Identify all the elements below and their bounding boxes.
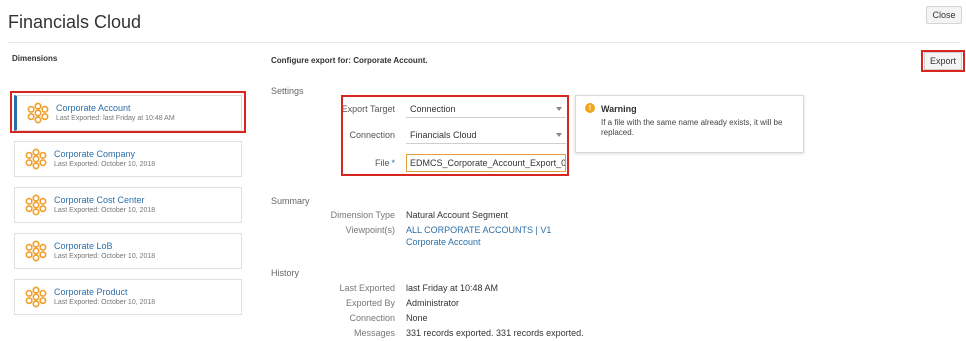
last-exported-value: last Friday at 10:48 AM xyxy=(406,283,499,293)
exported-by-label: Exported By xyxy=(345,298,395,308)
warning-title: Warning xyxy=(601,104,637,114)
dimension-card-corporate-product[interactable]: Corporate Product Last Exported: October… xyxy=(14,279,242,315)
dimension-name: Corporate Company xyxy=(54,149,136,159)
dimension-last-exported: Last Exported: October 10, 2018 xyxy=(54,207,156,214)
export-button-highlight xyxy=(921,50,965,72)
last-exported-label: Last Exported xyxy=(339,283,395,293)
dimension-last-exported: Last Exported: October 10, 2018 xyxy=(54,253,156,260)
history-connection-label: Connection xyxy=(349,313,395,323)
messages-label: Messages xyxy=(353,328,395,338)
history-heading: History xyxy=(271,268,300,278)
dimension-type-value: Natural Account Segment xyxy=(406,210,509,220)
selected-dimension-highlight xyxy=(10,91,246,133)
dimension-icon xyxy=(25,286,47,308)
dimension-name: Corporate Product xyxy=(54,287,128,297)
dimension-icon xyxy=(25,194,47,216)
settings-heading: Settings xyxy=(271,86,304,96)
dimension-name: Corporate Cost Center xyxy=(54,195,145,205)
warning-popup: ! Warning If a file with the same name a… xyxy=(575,95,804,153)
history-connection-value: None xyxy=(406,313,428,323)
dimensions-heading: Dimensions xyxy=(12,54,58,63)
close-button[interactable]: Close xyxy=(926,6,962,24)
viewpoint-link[interactable]: ALL CORPORATE ACCOUNTS | V1 xyxy=(406,225,551,235)
viewpoint-node-link[interactable]: Corporate Account xyxy=(406,237,481,247)
dimension-card-corporate-lob[interactable]: Corporate LoB Last Exported: October 10,… xyxy=(14,233,242,269)
exported-by-value: Administrator xyxy=(406,298,460,308)
configure-export-title: Configure export for: Corporate Account. xyxy=(271,56,428,65)
dimension-type-label: Dimension Type xyxy=(330,210,395,220)
app-title: Financials Cloud xyxy=(8,12,142,32)
dimension-card-corporate-cost-center[interactable]: Corporate Cost Center Last Exported: Oct… xyxy=(14,187,242,223)
header-divider xyxy=(8,42,960,43)
messages-value: 331 records exported. 331 records export… xyxy=(406,328,584,338)
viewpoints-label: Viewpoint(s) xyxy=(345,225,395,235)
warning-message: If a file with the same name already exi… xyxy=(601,118,783,137)
dimension-last-exported: Last Exported: October 10, 2018 xyxy=(54,161,156,168)
dimension-last-exported: Last Exported: October 10, 2018 xyxy=(54,299,156,306)
dimension-icon xyxy=(25,148,47,170)
export-settings-highlight xyxy=(341,95,569,176)
dimension-name: Corporate LoB xyxy=(54,241,113,251)
summary-heading: Summary xyxy=(271,196,310,206)
warning-icon: ! xyxy=(585,103,595,113)
dimension-card-corporate-company[interactable]: Corporate Company Last Exported: October… xyxy=(14,141,242,177)
dimension-icon xyxy=(25,240,47,262)
